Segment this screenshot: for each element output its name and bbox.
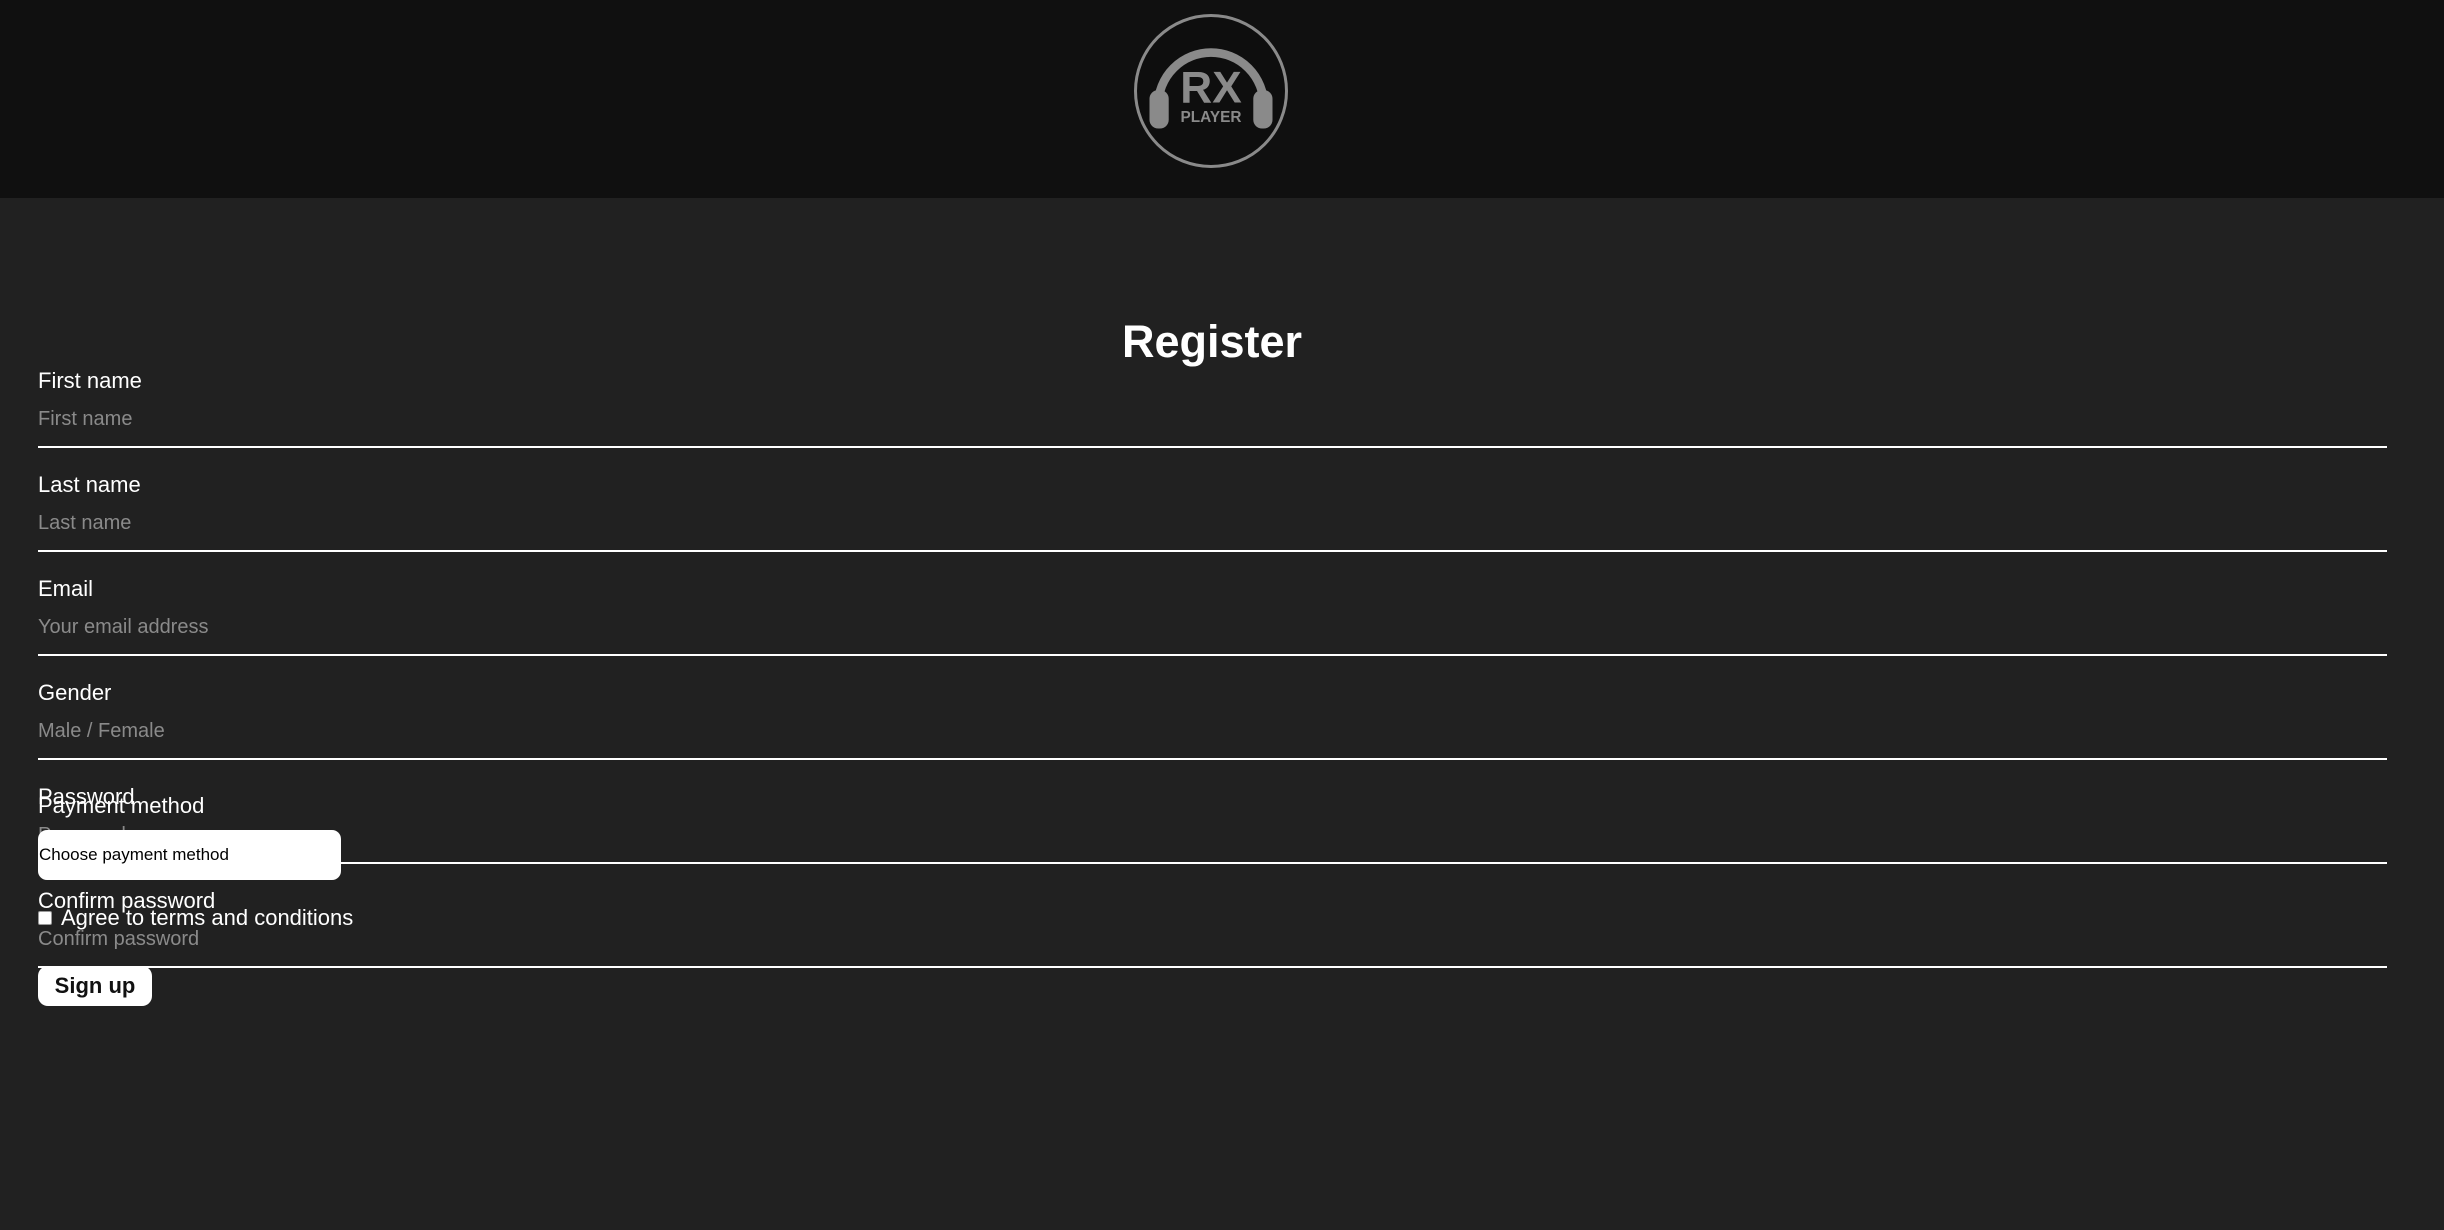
page-title: Register bbox=[1121, 316, 1303, 367]
first-name-field: First name bbox=[38, 368, 2387, 448]
last-name-label: Last name bbox=[38, 472, 141, 497]
payment-method-select[interactable]: Choose payment method bbox=[38, 830, 341, 880]
confirm-password-field: Confirm password bbox=[38, 888, 2387, 968]
gender-field: Gender bbox=[38, 680, 2387, 760]
logo-subtitle: PLAYER bbox=[1181, 109, 1242, 126]
first-name-label: First name bbox=[38, 368, 142, 393]
payment-method-label: Payment method bbox=[38, 793, 205, 818]
last-name-field: Last name bbox=[38, 472, 2387, 552]
logo-title: RX bbox=[1180, 64, 1242, 113]
header-bar: RX PLAYER bbox=[0, 0, 2444, 198]
gender-input[interactable] bbox=[38, 714, 2387, 748]
gender-label: Gender bbox=[38, 680, 112, 705]
terms-label[interactable]: Agree to terms and conditions bbox=[61, 905, 353, 931]
password-input[interactable] bbox=[38, 818, 2387, 852]
email-input[interactable] bbox=[38, 610, 2387, 644]
password-field: Password bbox=[38, 784, 2387, 864]
terms-checkbox[interactable] bbox=[38, 911, 52, 925]
confirm-password-input[interactable] bbox=[38, 922, 2387, 956]
sign-up-button[interactable]: Sign up bbox=[38, 966, 152, 1006]
last-name-input[interactable] bbox=[38, 506, 2387, 540]
first-name-input[interactable] bbox=[38, 402, 2387, 436]
email-field: Email bbox=[38, 576, 2387, 656]
email-label: Email bbox=[38, 576, 94, 601]
register-form: Register First name Last name Email Gend… bbox=[0, 198, 2444, 1230]
headphones-logo-icon[interactable]: RX PLAYER bbox=[1134, 14, 1288, 168]
